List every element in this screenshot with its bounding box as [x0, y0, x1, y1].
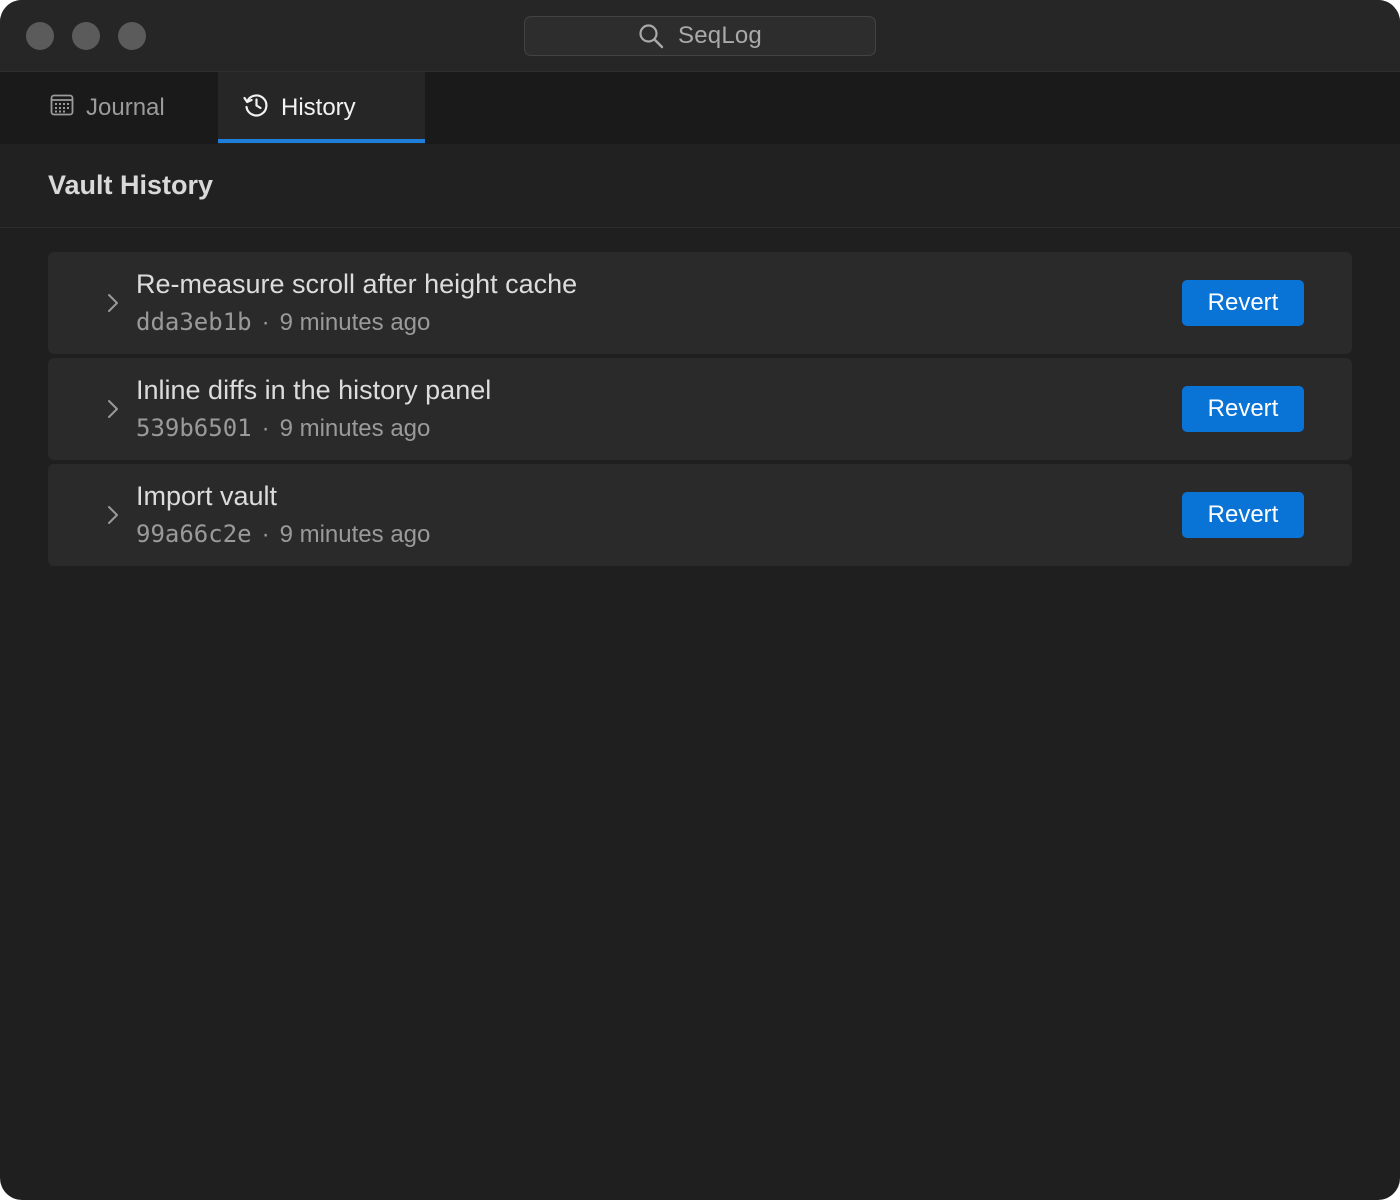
commit-hash: 99a66c2e — [136, 520, 252, 548]
commit-time: 9 minutes ago — [279, 521, 431, 548]
commit-title: Inline diffs in the history panel — [136, 375, 492, 405]
commit-meta: dda3eb1b · 9 minutes ago — [136, 308, 430, 337]
commit-title: Import vault — [136, 481, 278, 511]
commit-row[interactable]: Re-measure scroll after height cache dda… — [48, 252, 1352, 354]
calendar-icon — [50, 94, 74, 123]
commit-title: Re-measure scroll after height cache — [136, 269, 578, 299]
chevron-right-icon[interactable] — [106, 398, 120, 420]
meta-separator: · — [261, 415, 270, 442]
close-window-button[interactable] — [26, 22, 54, 50]
app-window: SeqLog Journal History Vault History Re-… — [0, 0, 1400, 1200]
commit-time: 9 minutes ago — [279, 415, 431, 442]
search-icon — [638, 23, 664, 49]
tab-journal[interactable]: Journal — [0, 72, 218, 144]
history-icon — [243, 92, 269, 125]
commit-row[interactable]: Import vault 99a66c2e · 9 minutes ago Re… — [48, 464, 1352, 566]
revert-button[interactable]: Revert — [1182, 492, 1304, 538]
commit-list: Re-measure scroll after height cache dda… — [48, 252, 1352, 570]
revert-button[interactable]: Revert — [1182, 386, 1304, 432]
revert-button[interactable]: Revert — [1182, 280, 1304, 326]
commit-row[interactable]: Inline diffs in the history panel 539b65… — [48, 358, 1352, 460]
meta-separator: · — [261, 521, 270, 548]
tab-journal-label: Journal — [86, 94, 165, 121]
search-field-text: SeqLog — [678, 22, 762, 49]
zoom-window-button[interactable] — [118, 22, 146, 50]
title-bar: SeqLog — [0, 0, 1400, 72]
commit-hash: 539b6501 — [136, 414, 252, 442]
tab-history-label: History — [281, 94, 356, 121]
page-header: Vault History — [0, 144, 1400, 228]
page-title: Vault History — [48, 170, 214, 200]
chevron-right-icon[interactable] — [106, 504, 120, 526]
active-tab-indicator — [218, 139, 425, 143]
chevron-right-icon[interactable] — [106, 292, 120, 314]
commit-meta: 539b6501 · 9 minutes ago — [136, 414, 430, 443]
search-field[interactable]: SeqLog — [524, 16, 876, 56]
commit-hash: dda3eb1b — [136, 308, 252, 336]
meta-separator: · — [261, 309, 270, 336]
minimize-window-button[interactable] — [72, 22, 100, 50]
commit-time: 9 minutes ago — [279, 309, 431, 336]
tab-bar: Journal History — [0, 72, 1400, 144]
tab-history[interactable]: History — [218, 72, 425, 144]
commit-meta: 99a66c2e · 9 minutes ago — [136, 520, 430, 549]
